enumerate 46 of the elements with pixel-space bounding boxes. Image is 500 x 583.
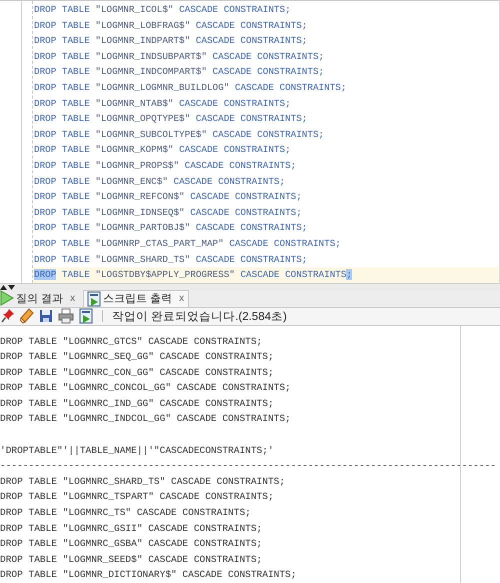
output-line: DROP TABLE "LOGMNR_SEED$" CASCADE CONSTRAINTS; bbox=[0, 552, 264, 567]
output-line: DROP TABLE "LOGMNRC_SEQ_GG" CASCADE CONSTRAINTS; bbox=[0, 350, 275, 364]
separator-line: --------------------------------------------------------------------------------------- bbox=[0, 459, 497, 474]
code-line: DROP TABLE "LOGMNR_SUBCOLTYPE$" CASCADE CONSTRAINTS; bbox=[33, 128, 326, 142]
output-line: DROP TABLE "LOGMNR_DICTIONARY$" CASCADE CONSTRAINTS; bbox=[0, 568, 298, 582]
code-line: DROP TABLE "LOGMNR_INDCOMPART$" CASCADE CONSTRAINTS; bbox=[33, 65, 326, 80]
script-icon[interactable] bbox=[79, 308, 93, 324]
tab-label: 질의 결과 bbox=[16, 292, 64, 306]
code-line: DROP TABLE "LOGMNR_REFCON$" CASCADE CONSTRAINTS; bbox=[33, 190, 303, 204]
save-icon[interactable] bbox=[39, 308, 53, 324]
column-header: 'DROPTABLE"'||TABLE_NAME||'"CASCADECONSTRAINTS;' bbox=[0, 444, 275, 458]
print-icon[interactable] bbox=[58, 308, 74, 324]
play-icon bbox=[0, 290, 14, 306]
code-line: DROP TABLE "LOGMNR_PARTOBJ$" CASCADE CONSTRAINTS; bbox=[33, 221, 308, 236]
code-line: DROP TABLE "LOGMNR_PROPS$" CASCADE CONSTRAINTS; bbox=[33, 158, 298, 173]
output-line: DROP TABLE "LOGMNRC_SHARD_TS" CASCADE CONSTRAINTS; bbox=[0, 474, 286, 489]
code-line: DROP TABLE "LOGMNR_SHARD_TS" CASCADE CONSTRAINTS; bbox=[33, 252, 308, 266]
code-line: DROP TABLE "LOGMNR_ENC$" CASCADE CONSTRAINTS; bbox=[33, 174, 286, 189]
code-line: DROP TABLE "LOGMNR_IDNSEQ$" CASCADE CONSTRAINTS; bbox=[33, 206, 303, 220]
code-line: DROP TABLE "LOGMNR_OPQTYPE$" CASCADE CONSTRAINTS; bbox=[33, 112, 308, 126]
code-line: DROP TABLE "LOGMNR_LOGMNR_BUILDLOG" CASCADE CONSTRAINTS; bbox=[33, 80, 348, 95]
close-tab-button[interactable]: x bbox=[179, 293, 184, 304]
code-line: DROP TABLE "LOGMNRP_CTAS_PART_MAP" CASCADE CONSTRAINTS; bbox=[33, 236, 342, 251]
panel-tab[interactable]: 질의 결과 x bbox=[0, 290, 80, 307]
pin-icon[interactable] bbox=[1, 308, 15, 324]
code-line: DROP TABLE "LOGMNR_LOBFRAG$" CASCADE CONSTRAINTS; bbox=[33, 18, 308, 33]
output-line: DROP TABLE "LOGMNRC_TS" CASCADE CONSTRAINTS; bbox=[0, 506, 252, 520]
close-tab-button[interactable]: x bbox=[70, 292, 76, 304]
output-line: DROP TABLE "LOGMNRC_GSBA" CASCADE CONSTRAINTS; bbox=[0, 537, 264, 552]
output-line: DROP TABLE "LOGMNRC_GSII" CASCADE CONSTRAINTS; bbox=[0, 522, 264, 536]
eraser-icon[interactable] bbox=[20, 308, 34, 324]
code-line: DROP TABLE "LOGMNR_INDSUBPART$" CASCADE CONSTRAINTS; bbox=[33, 50, 326, 64]
code-line: DROP TABLE "LOGMNR_KOPM$" CASCADE CONSTRAINTS; bbox=[33, 143, 292, 158]
code-line: DROP TABLE "LOGMNR_INDPART$" CASCADE CONSTRAINTS; bbox=[33, 34, 308, 48]
panel-tab[interactable]: 스크립트 출력 x bbox=[83, 290, 190, 307]
output-line: DROP TABLE "LOGMNRC_GTCS" CASCADE CONSTRAINTS; bbox=[0, 334, 264, 348]
tab-label: 스크립트 출력 bbox=[103, 292, 172, 306]
output-line: DROP TABLE "LOGMNRC_CON_GG" CASCADE CONSTRAINTS; bbox=[0, 366, 275, 380]
output-line: DROP TABLE "LOGMNRC_TSPART" CASCADE CONSTRAINTS; bbox=[0, 490, 275, 504]
code-line: DROP TABLE "LOGMNR_ICOL$" CASCADE CONSTRAINTS; bbox=[33, 3, 292, 17]
output-line: DROP TABLE "LOGMNRC_CONCOL_GG" CASCADE CONSTRAINTS; bbox=[0, 381, 292, 396]
code-line: DROP TABLE "LOGMNR_NTAB$" CASCADE CONSTRAINTS; bbox=[33, 96, 292, 111]
splitter-arrows-icon[interactable] bbox=[0, 284, 16, 290]
output-line: DROP TABLE "LOGMNRC_IND_GG" CASCADE CONSTRAINTS; bbox=[0, 396, 275, 411]
output-line: DROP TABLE "LOGMNRC_INDCOL_GG" CASCADE CONSTRAINTS; bbox=[0, 412, 292, 426]
status-message: 작업이 완료되었습니다.(2.584초) bbox=[112, 310, 287, 324]
